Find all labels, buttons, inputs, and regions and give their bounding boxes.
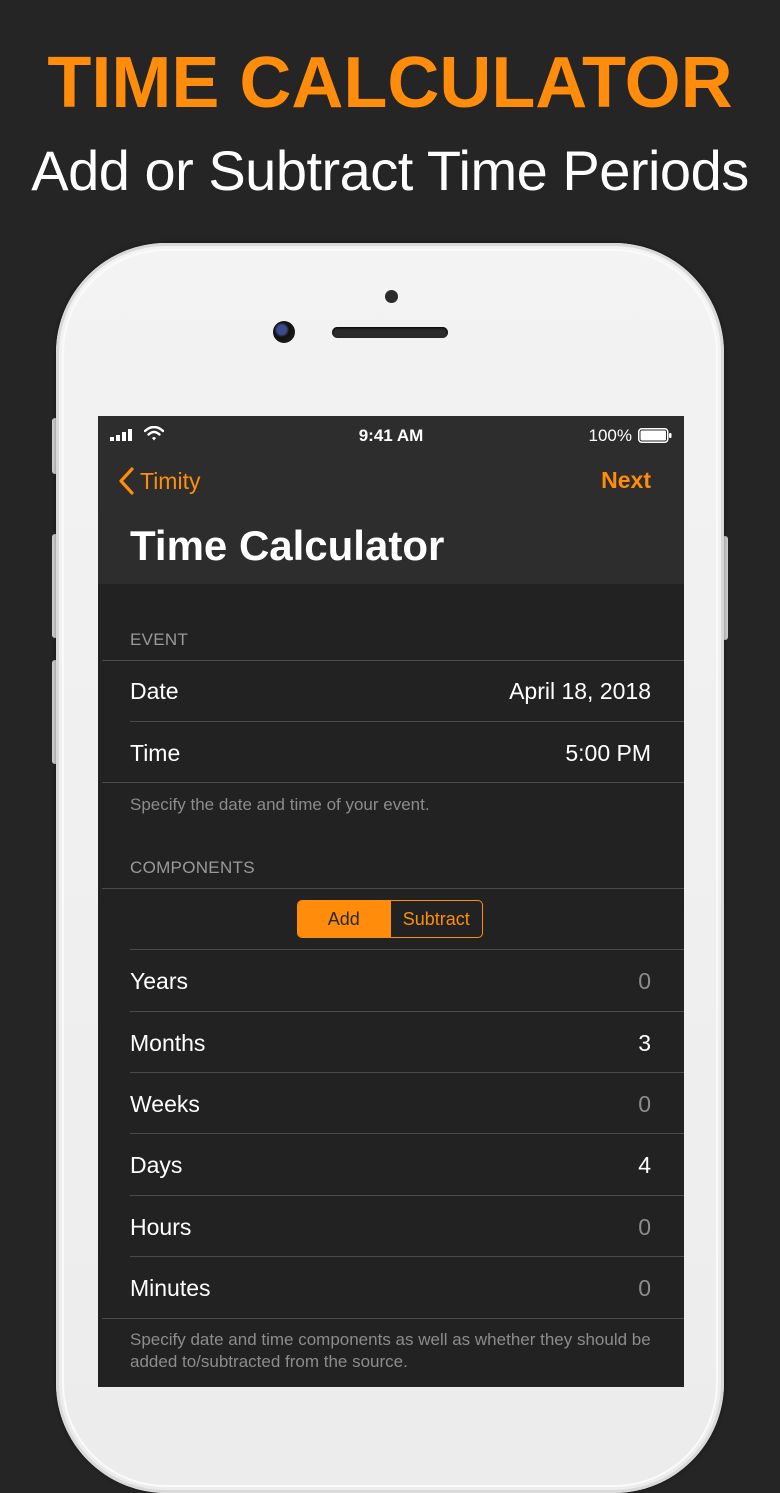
earpiece-speaker bbox=[332, 327, 448, 338]
front-camera bbox=[273, 321, 295, 343]
phone-screen: 9:41 AM 100% Timity Next Time Calculator… bbox=[98, 416, 684, 1387]
date-label: Date bbox=[130, 678, 179, 704]
battery-percentage: 100% bbox=[588, 426, 632, 445]
add-subtract-segmented-control[interactable]: Add Subtract bbox=[297, 900, 483, 938]
event-top-separator bbox=[102, 660, 684, 661]
event-bottom-separator bbox=[102, 782, 684, 783]
hours-row-separator bbox=[130, 1256, 684, 1257]
components-top-separator bbox=[102, 888, 684, 889]
navigation-bar: 9:41 AM 100% Timity Next Time Calculator bbox=[98, 416, 684, 584]
years-row-separator bbox=[130, 1011, 684, 1012]
weeks-row-separator bbox=[130, 1133, 684, 1134]
weeks-label: Weeks bbox=[130, 1091, 200, 1117]
time-label: Time bbox=[130, 740, 181, 766]
back-button[interactable]: Timity bbox=[118, 466, 200, 496]
weeks-value: 0 bbox=[638, 1091, 651, 1117]
years-value: 0 bbox=[638, 968, 651, 994]
battery-icon bbox=[638, 428, 672, 443]
months-label: Months bbox=[130, 1030, 206, 1056]
hours-label: Hours bbox=[130, 1214, 192, 1240]
components-section-header: COMPONENTS bbox=[130, 858, 255, 877]
hours-value: 0 bbox=[638, 1214, 651, 1240]
minutes-label: Minutes bbox=[130, 1275, 211, 1301]
event-footer: Specify the date and time of your event. bbox=[130, 795, 430, 814]
segment-add[interactable]: Add bbox=[298, 901, 390, 937]
segment-subtract[interactable]: Subtract bbox=[389, 901, 483, 937]
days-label: Days bbox=[130, 1152, 183, 1178]
time-value: 5:00 PM bbox=[565, 740, 651, 766]
chevron-left-icon bbox=[119, 467, 134, 495]
years-label: Years bbox=[130, 968, 188, 994]
page-title: Time Calculator bbox=[130, 522, 445, 569]
promo-subtitle: Add or Subtract Time Periods bbox=[31, 139, 749, 202]
days-row-separator bbox=[130, 1195, 684, 1196]
minutes-value: 0 bbox=[638, 1275, 651, 1301]
months-row-separator bbox=[130, 1072, 684, 1073]
segment-row-separator bbox=[130, 949, 684, 950]
days-value: 4 bbox=[638, 1152, 651, 1178]
event-section-header: EVENT bbox=[130, 630, 189, 649]
months-value: 3 bbox=[638, 1030, 651, 1056]
date-row-separator bbox=[130, 721, 684, 722]
promo-title: TIME CALCULATOR bbox=[47, 43, 733, 123]
back-button-label: Timity bbox=[140, 467, 201, 494]
date-value: April 18, 2018 bbox=[509, 678, 651, 704]
components-bottom-separator bbox=[102, 1318, 684, 1319]
components-footer: Specify date and time components as well… bbox=[130, 1330, 651, 1371]
front-sensor bbox=[385, 290, 398, 303]
next-button[interactable]: Next bbox=[601, 467, 651, 494]
